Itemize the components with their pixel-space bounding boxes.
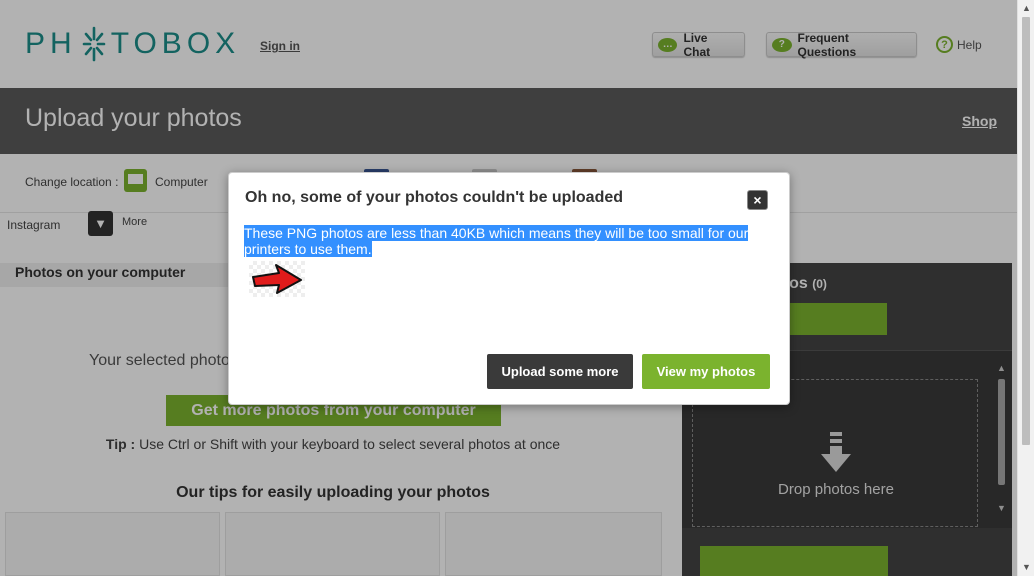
scroll-thumb[interactable] [1022,17,1030,445]
dialog-message-text: These PNG photos are less than 40KB whic… [244,225,749,257]
view-my-photos-button[interactable]: View my photos [642,354,770,389]
scroll-up-icon[interactable]: ▲ [1022,3,1031,13]
upload-some-more-button[interactable]: Upload some more [487,354,633,389]
dialog-message: These PNG photos are less than 40KB whic… [244,225,764,257]
photo-thumbnail [249,261,305,297]
close-icon[interactable]: × [747,190,768,210]
dialog-title: Oh no, some of your photos couldn't be u… [245,189,624,206]
scroll-down-icon[interactable]: ▼ [1022,562,1031,572]
red-arrow-icon [252,264,302,294]
upload-error-dialog: Oh no, some of your photos couldn't be u… [228,172,790,405]
page-scrollbar[interactable]: ▲ ▼ [1017,0,1034,576]
